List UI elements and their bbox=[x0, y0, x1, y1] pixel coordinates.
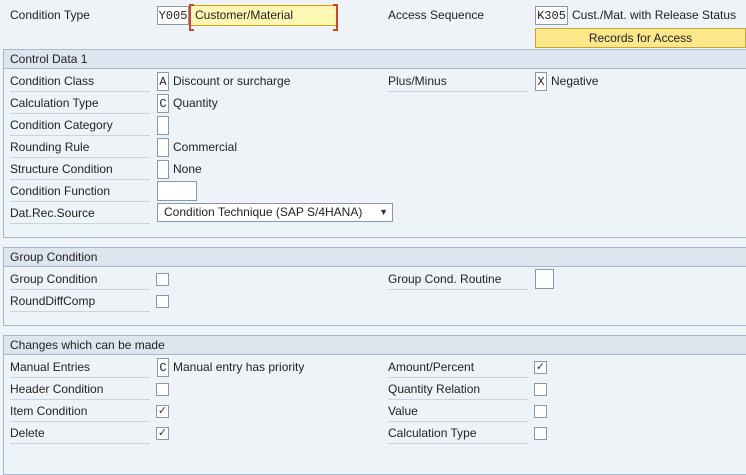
calculation-type-code[interactable]: C bbox=[157, 94, 169, 113]
plus-minus-label: Plus/Minus bbox=[388, 72, 528, 92]
calculation-type-label: Calculation Type bbox=[10, 94, 150, 114]
access-sequence-desc: Cust./Mat. with Release Status bbox=[572, 8, 737, 22]
rounding-rule-desc: Commercial bbox=[173, 140, 238, 154]
control-data-title: Control Data 1 bbox=[4, 50, 746, 69]
delete-checkbox[interactable]: ✓ bbox=[156, 427, 169, 440]
group-cond-routine-label: Group Cond. Routine bbox=[388, 270, 528, 290]
calculation-type-checkbox[interactable] bbox=[534, 427, 547, 440]
records-for-access-button[interactable]: Records for Access bbox=[535, 28, 746, 48]
dat-rec-source-label: Dat.Rec.Source bbox=[10, 204, 150, 224]
dat-rec-source-select[interactable]: Condition Technique (SAP S/4HANA) ▼ bbox=[157, 203, 393, 222]
rounddiffcomp-label: RoundDiffComp bbox=[10, 292, 150, 312]
rounddiffcomp-checkbox[interactable] bbox=[156, 295, 169, 308]
group-condition-checkbox[interactable] bbox=[156, 273, 169, 286]
access-sequence-label: Access Sequence bbox=[388, 8, 485, 22]
structure-condition-desc: None bbox=[173, 162, 202, 176]
condition-class-desc: Discount or surcharge bbox=[173, 74, 291, 88]
value-checkbox[interactable] bbox=[534, 405, 547, 418]
value-label: Value bbox=[388, 402, 528, 422]
group-cond-routine-field[interactable] bbox=[535, 269, 554, 289]
structure-condition-field[interactable] bbox=[157, 160, 169, 179]
access-sequence-code[interactable]: K305 bbox=[535, 6, 568, 25]
dat-rec-source-value: Condition Technique (SAP S/4HANA) bbox=[164, 205, 363, 219]
manual-entries-desc: Manual entry has priority bbox=[173, 360, 305, 374]
group-condition-title: Group Condition bbox=[4, 248, 746, 267]
changes-title: Changes which can be made bbox=[4, 336, 746, 355]
item-condition-checkbox[interactable]: ✓ bbox=[156, 405, 169, 418]
header-condition-checkbox[interactable] bbox=[156, 383, 169, 396]
manual-entries-label: Manual Entries bbox=[10, 358, 150, 378]
manual-entries-code[interactable]: C bbox=[157, 358, 169, 377]
condition-function-field[interactable] bbox=[157, 181, 197, 201]
condition-type-label: Condition Type bbox=[10, 8, 90, 22]
condition-type-desc-field[interactable]: Customer/Material bbox=[189, 4, 338, 31]
dropdown-arrow-icon[interactable]: ▼ bbox=[379, 204, 388, 221]
amount-percent-checkbox[interactable]: ✓ bbox=[534, 361, 547, 374]
plus-minus-desc: Negative bbox=[551, 74, 599, 88]
structure-condition-label: Structure Condition bbox=[10, 160, 150, 180]
condition-type-code[interactable]: Y005 bbox=[157, 6, 189, 25]
calculation-type-change-label: Calculation Type bbox=[388, 424, 528, 444]
condition-category-field[interactable] bbox=[157, 116, 169, 135]
header-condition-label: Header Condition bbox=[10, 380, 150, 400]
condition-function-label: Condition Function bbox=[10, 182, 150, 202]
condition-class-label: Condition Class bbox=[10, 72, 150, 92]
quantity-relation-checkbox[interactable] bbox=[534, 383, 547, 396]
condition-class-code[interactable]: A bbox=[157, 72, 169, 91]
amount-percent-label: Amount/Percent bbox=[388, 358, 528, 378]
item-condition-label: Item Condition bbox=[10, 402, 150, 422]
rounding-rule-field[interactable] bbox=[157, 138, 169, 157]
plus-minus-code[interactable]: X bbox=[535, 72, 547, 91]
calculation-type-desc: Quantity bbox=[173, 96, 218, 110]
rounding-rule-label: Rounding Rule bbox=[10, 138, 150, 158]
delete-label: Delete bbox=[10, 424, 150, 444]
condition-category-label: Condition Category bbox=[10, 116, 150, 136]
group-condition-label: Group Condition bbox=[10, 270, 150, 290]
quantity-relation-label: Quantity Relation bbox=[388, 380, 528, 400]
